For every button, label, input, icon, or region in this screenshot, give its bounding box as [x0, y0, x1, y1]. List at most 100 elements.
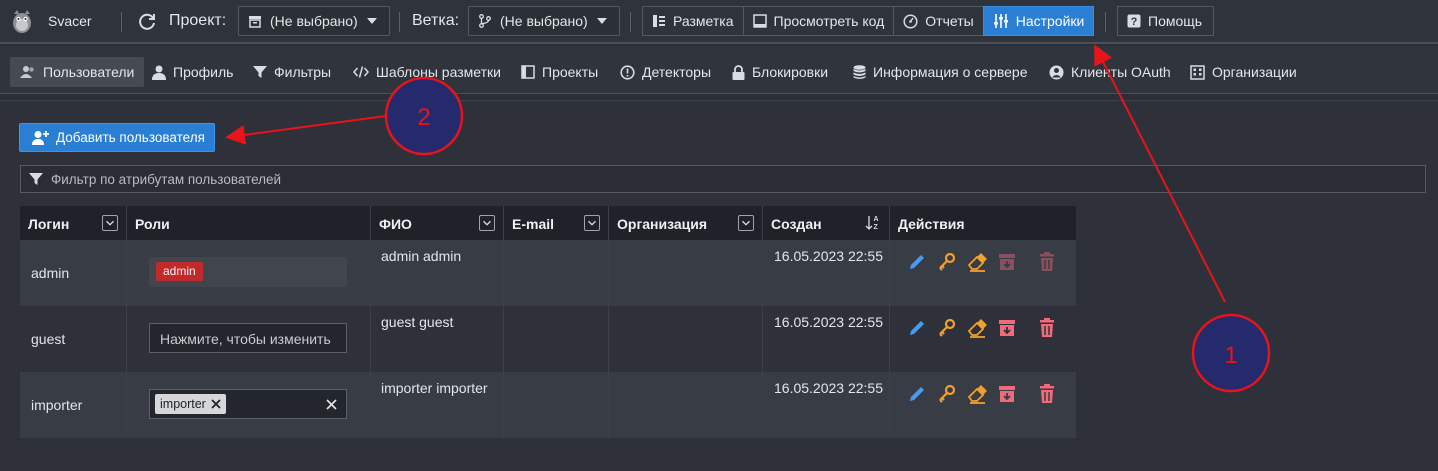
- eraser-icon[interactable]: [966, 317, 988, 339]
- user-filter-field[interactable]: [20, 165, 1426, 193]
- refresh-icon[interactable]: [136, 11, 158, 33]
- email-cell: [504, 240, 609, 306]
- clear-icon[interactable]: [326, 399, 337, 410]
- tab-users[interactable]: Пользователи: [10, 57, 145, 87]
- tab-detectors[interactable]: Детекторы: [610, 57, 721, 87]
- add-user-button[interactable]: Добавить пользователя: [19, 123, 215, 152]
- branch-select[interactable]: (Не выбрано): [468, 6, 620, 36]
- created-cell: 16.05.2023 22:55: [763, 240, 890, 306]
- email-cell: [504, 372, 609, 438]
- tab-markup-templates[interactable]: Шаблоны разметки: [343, 57, 511, 87]
- edit-pencil-icon[interactable]: [906, 251, 928, 273]
- tab-profile-label: Профиль: [173, 64, 234, 80]
- question-icon: ?: [1127, 14, 1141, 28]
- column-menu-icon[interactable]: [584, 215, 600, 231]
- column-menu-icon[interactable]: [102, 215, 118, 231]
- login-text: admin: [31, 265, 70, 281]
- tab-markup-templates-label: Шаблоны разметки: [376, 64, 501, 80]
- roles-cell: importer: [127, 372, 371, 438]
- key-icon[interactable]: [936, 251, 958, 273]
- user-filter-input[interactable]: [51, 171, 1351, 187]
- project-select[interactable]: (Не выбрано): [238, 6, 390, 36]
- actions-cell: [890, 372, 1076, 438]
- table-row: admin admin admin admin 16.05.2023 22:55: [20, 240, 1076, 306]
- app-name: Svacer: [48, 13, 92, 29]
- roles-select[interactable]: Нажмите, чтобы изменить: [149, 323, 347, 353]
- svg-text:A: A: [874, 216, 879, 223]
- tab-oauth-clients-label: Клиенты OAuth: [1071, 64, 1171, 80]
- column-header-fio[interactable]: ФИО: [371, 206, 504, 240]
- tab-profile[interactable]: Профиль: [142, 57, 243, 87]
- alert-circle-icon: [620, 64, 635, 80]
- archive-icon[interactable]: [996, 383, 1018, 405]
- table-row: importer importer importer importer 16.0…: [20, 372, 1076, 438]
- settings-button-label: Настройки: [1015, 13, 1085, 29]
- edit-pencil-icon[interactable]: [906, 317, 928, 339]
- tab-projects[interactable]: Проекты: [511, 57, 608, 87]
- sort-az-icon[interactable]: A Z: [865, 214, 881, 232]
- tab-detectors-label: Детекторы: [642, 64, 712, 80]
- roles-select[interactable]: importer: [149, 389, 347, 419]
- key-icon[interactable]: [936, 383, 958, 405]
- delete-icon[interactable]: [1036, 317, 1058, 339]
- main-nav-buttons: Разметка Просмотреть код Отчеты Настройк…: [642, 6, 1095, 36]
- tab-users-label: Пользователи: [43, 64, 135, 80]
- archive-icon[interactable]: [996, 317, 1018, 339]
- markup-button[interactable]: Разметка: [642, 6, 744, 36]
- key-icon[interactable]: [936, 317, 958, 339]
- settings-button[interactable]: Настройки: [982, 6, 1095, 36]
- column-header-email[interactable]: E-mail: [504, 206, 609, 240]
- tab-locks[interactable]: Блокировки: [722, 57, 838, 87]
- reports-button[interactable]: Отчеты: [893, 6, 984, 36]
- divider: [121, 12, 122, 32]
- tab-organizations-label: Организации: [1212, 64, 1297, 80]
- project-select-value: (Не выбрано): [270, 13, 358, 29]
- code-icon: [353, 66, 369, 78]
- tab-oauth-clients[interactable]: Клиенты OAuth: [1039, 57, 1181, 87]
- users-icon: [20, 66, 34, 78]
- column-header-roles[interactable]: Роли: [127, 206, 371, 240]
- lock-icon: [732, 64, 745, 80]
- user-circle-icon: [1049, 65, 1064, 79]
- fio-text: guest guest: [381, 314, 454, 330]
- settings-subnav: Пользователи Профиль Фильтры Шаблоны раз…: [0, 46, 1438, 94]
- column-header-login-label: Логин: [28, 216, 70, 232]
- project-label: Проект:: [169, 12, 227, 29]
- login-cell: guest: [20, 306, 127, 372]
- login-text: guest: [31, 331, 66, 347]
- markup-icon: [653, 15, 665, 27]
- projects-icon: [521, 65, 535, 79]
- eraser-icon[interactable]: [966, 383, 988, 405]
- column-menu-icon[interactable]: [738, 215, 754, 231]
- delete-icon[interactable]: [1036, 383, 1058, 405]
- add-user-icon: [32, 131, 49, 145]
- edit-pencil-icon[interactable]: [906, 383, 928, 405]
- tab-server-info-label: Информация о сервере: [873, 64, 1028, 80]
- column-header-created-label: Создан: [771, 216, 822, 232]
- column-header-created[interactable]: Создан A Z: [763, 206, 890, 240]
- gauge-icon: [903, 13, 918, 29]
- tab-organizations[interactable]: Организации: [1180, 57, 1307, 87]
- divider: [630, 12, 631, 32]
- column-menu-icon[interactable]: [479, 215, 495, 231]
- help-button[interactable]: ? Помощь: [1117, 6, 1214, 36]
- roles-cell: admin: [127, 240, 371, 306]
- eraser-icon[interactable]: [966, 251, 988, 273]
- remove-tag-icon[interactable]: [211, 399, 221, 409]
- roles-cell: Нажмите, чтобы изменить: [127, 306, 371, 372]
- created-text: 16.05.2023 22:55: [774, 314, 883, 330]
- login-text: importer: [31, 397, 83, 413]
- row-actions: [906, 383, 1058, 405]
- tab-filters[interactable]: Фильтры: [243, 57, 341, 87]
- markup-button-label: Разметка: [673, 13, 734, 29]
- tab-server-info[interactable]: Информация о сервере: [843, 57, 1038, 87]
- actions-cell: [890, 306, 1076, 372]
- svg-text:?: ?: [1131, 16, 1138, 28]
- roles-select[interactable]: admin: [149, 257, 347, 287]
- branch-select-value: (Не выбрано): [500, 13, 588, 29]
- view-code-button[interactable]: Просмотреть код: [742, 6, 895, 36]
- database-icon: [853, 64, 866, 79]
- column-header-login[interactable]: Логин: [20, 206, 127, 240]
- column-header-organization[interactable]: Организация: [609, 206, 763, 240]
- organization-cell: [609, 372, 763, 438]
